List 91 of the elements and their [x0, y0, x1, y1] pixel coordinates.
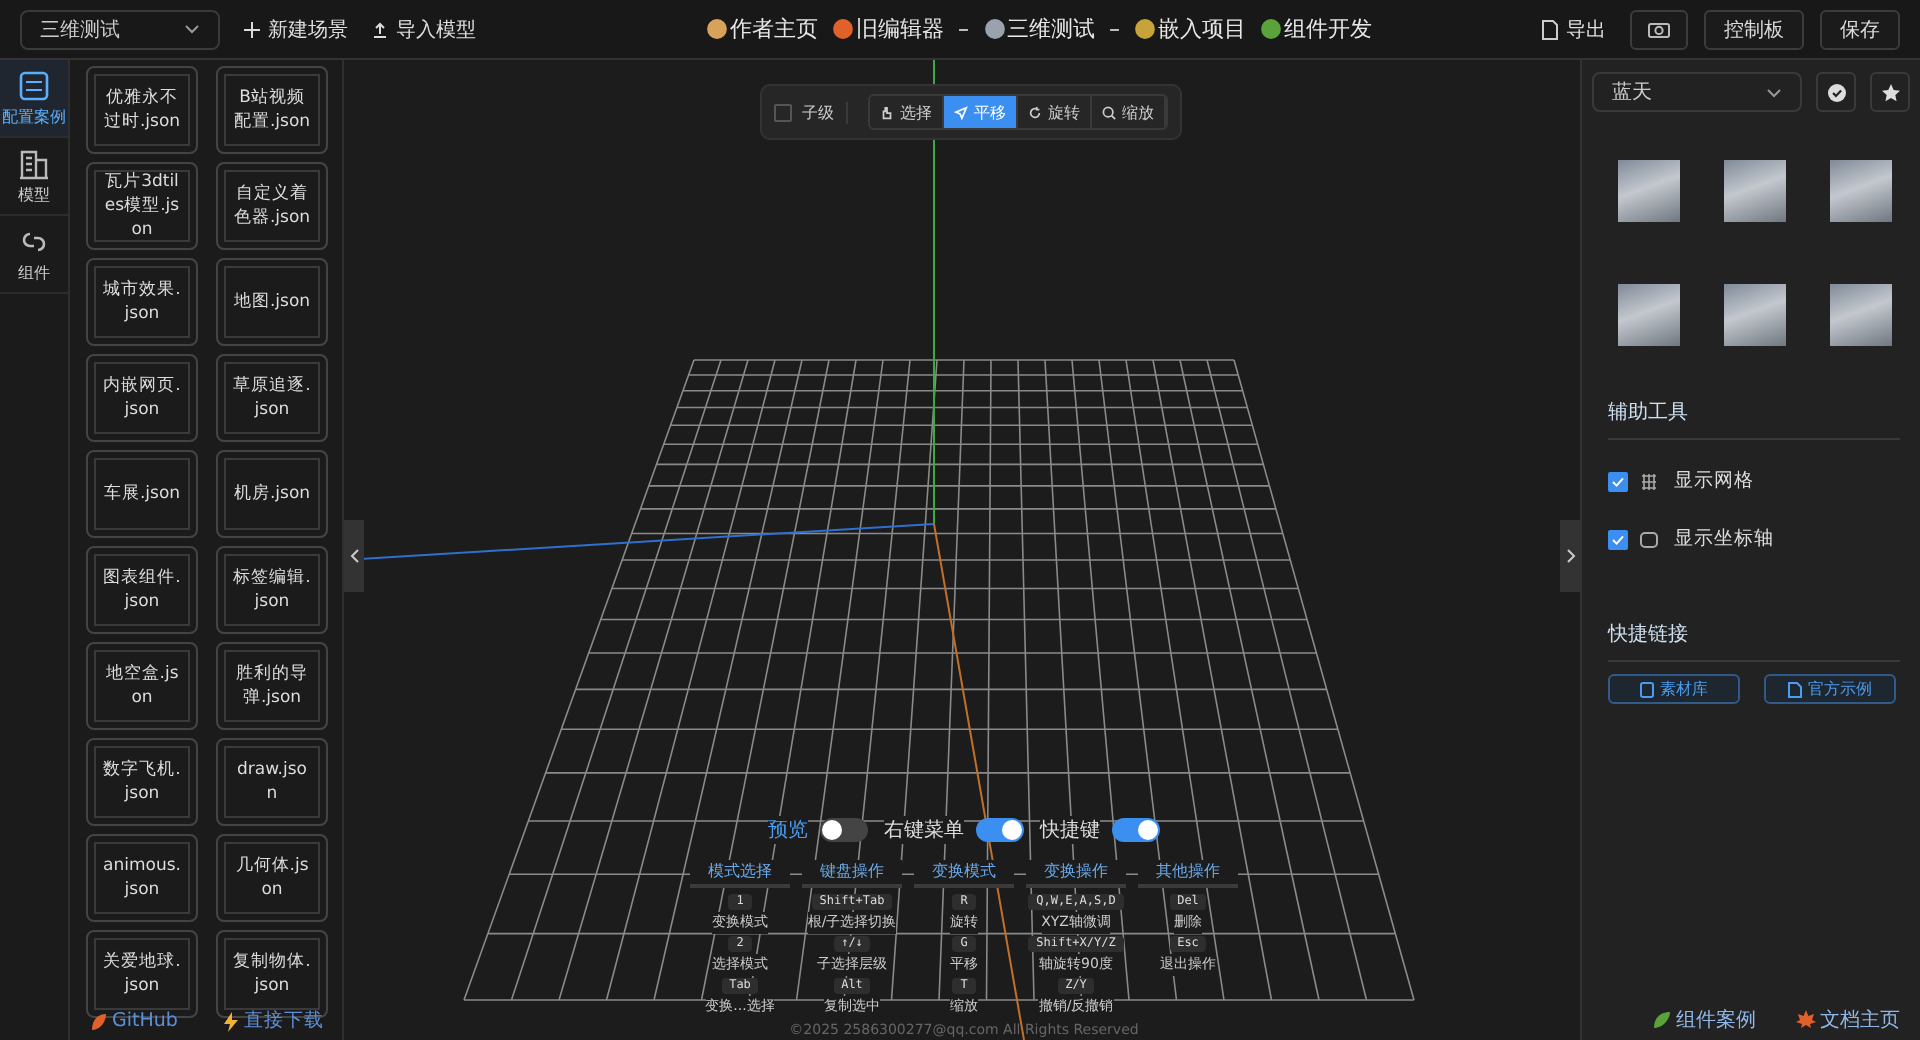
scene-select[interactable]: 三维测试 — [20, 9, 220, 49]
cursor-icon — [954, 105, 968, 119]
plus-icon — [244, 21, 260, 37]
quick-link-button[interactable]: 素材库 — [1608, 674, 1740, 704]
section-title: 辅助工具 — [1608, 398, 1900, 440]
case-card[interactable]: 地图.json — [216, 258, 328, 346]
nav-link[interactable]: 组件开发 — [1260, 14, 1372, 44]
case-card[interactable]: 内嵌网页.json — [86, 354, 198, 442]
confirm-button[interactable] — [1816, 72, 1856, 112]
chevron-right-icon — [1565, 548, 1575, 564]
separator-dash: – — [1109, 16, 1120, 42]
star-icon — [1881, 83, 1899, 101]
lightning-icon — [221, 1011, 240, 1031]
case-card[interactable]: 自定义着色器.json — [216, 162, 328, 250]
nav-link[interactable]: 旧编辑器 — [832, 14, 944, 44]
mode-button[interactable]: 旋转 — [1018, 96, 1092, 128]
mode-button[interactable]: 缩放 — [1092, 96, 1166, 128]
case-card[interactable]: 标签编辑.json — [216, 546, 328, 634]
nav-link[interactable]: 嵌入项目 — [1134, 14, 1246, 44]
toolbar-action[interactable]: 导入模型 — [372, 15, 476, 43]
nav-tab[interactable]: 模型 — [0, 138, 68, 216]
grid-icon — [1640, 473, 1658, 489]
case-card[interactable]: draw.json — [216, 738, 328, 826]
shortcut-heading: 变换操作 — [1026, 860, 1126, 888]
check-circle-icon — [1827, 83, 1845, 101]
shortcut-heading: 其他操作 — [1138, 860, 1238, 888]
sky-thumbnail[interactable] — [1618, 160, 1680, 222]
chevron-left-icon — [349, 548, 359, 564]
sky-thumbnail[interactable] — [1830, 160, 1892, 222]
option-label: 显示坐标轴 — [1674, 526, 1774, 552]
toggle-label: 快捷键 — [1040, 816, 1100, 844]
case-card[interactable]: 瓦片3dtiles模型.json — [86, 162, 198, 250]
option-label: 显示网格 — [1674, 468, 1754, 494]
footer-link[interactable]: 文档主页 — [1796, 1006, 1900, 1034]
expand-handle[interactable] — [1560, 520, 1580, 592]
case-card[interactable]: 车展.json — [86, 450, 198, 538]
sky-thumbnail[interactable] — [1724, 160, 1786, 222]
case-card[interactable]: 图表组件.json — [86, 546, 198, 634]
toggle-switch[interactable] — [820, 818, 868, 842]
toolbar-button[interactable]: 控制板 — [1704, 9, 1804, 49]
nav-link[interactable]: 作者主页 — [706, 14, 818, 44]
shortcut-heading: 模式选择 — [690, 860, 790, 888]
case-card[interactable]: 几何体.json — [216, 834, 328, 922]
nav-tab[interactable]: 配置案例 — [0, 60, 68, 138]
sky-thumbnail[interactable] — [1724, 284, 1786, 346]
box-icon — [1640, 681, 1654, 697]
upload-icon — [372, 21, 388, 37]
case-card[interactable]: animous.json — [86, 834, 198, 922]
case-card[interactable]: 胜利的导弹.json — [216, 642, 328, 730]
toggle-label: 预览 — [768, 816, 808, 844]
hand-icon — [880, 105, 894, 119]
favorite-button[interactable] — [1870, 72, 1910, 112]
checkbox[interactable] — [1608, 529, 1628, 549]
case-card[interactable]: 机房.json — [216, 450, 328, 538]
rotate-icon — [1028, 105, 1042, 119]
sky-thumbnail[interactable] — [1618, 284, 1680, 346]
document-icon — [1542, 19, 1558, 39]
case-card[interactable]: 优雅永不过时.json — [86, 66, 198, 154]
shortcut-heading: 键盘操作 — [802, 860, 902, 888]
collapse-handle[interactable] — [344, 520, 364, 592]
maple-leaf-icon — [1796, 1010, 1816, 1030]
document-icon — [1788, 681, 1802, 697]
sky-select[interactable]: 蓝天 — [1592, 72, 1802, 112]
toggle-switch[interactable] — [1112, 818, 1160, 842]
case-card[interactable]: 城市效果.json — [86, 258, 198, 346]
child-checkbox[interactable]: 子级 — [774, 101, 848, 123]
toolbar-action[interactable]: 新建场景 — [244, 15, 348, 43]
camera-icon — [1648, 20, 1670, 38]
nav-tab[interactable]: 组件 — [0, 216, 68, 294]
toggle-switch[interactable] — [976, 818, 1024, 842]
quick-link-button[interactable]: 官方示例 — [1764, 674, 1896, 704]
camera-button[interactable] — [1630, 9, 1688, 49]
sky-thumbnail[interactable] — [1830, 284, 1892, 346]
footer-link[interactable]: 组件案例 — [1652, 1006, 1756, 1034]
building-icon — [18, 148, 50, 180]
chevron-down-icon — [184, 24, 200, 34]
zoom-icon — [1102, 105, 1116, 119]
toggle-label: 右键菜单 — [884, 816, 964, 844]
case-card[interactable]: 数字飞机.json — [86, 738, 198, 826]
toolbar-button[interactable]: 保存 — [1820, 9, 1900, 49]
checkbox[interactable] — [1608, 471, 1628, 491]
export-link[interactable]: 导出 — [1542, 15, 1606, 43]
nav-link[interactable]: 三维测试 — [983, 14, 1095, 44]
case-card[interactable]: 草原追逐.json — [216, 354, 328, 442]
shortcut-heading: 变换模式 — [914, 860, 1014, 888]
case-card[interactable]: B站视频配置.json — [216, 66, 328, 154]
chevron-down-icon — [1766, 87, 1782, 97]
axis-icon — [1640, 531, 1658, 547]
separator-dash: – — [958, 16, 969, 42]
case-card[interactable]: 地空盒.json — [86, 642, 198, 730]
section-title: 快捷链接 — [1608, 620, 1900, 662]
